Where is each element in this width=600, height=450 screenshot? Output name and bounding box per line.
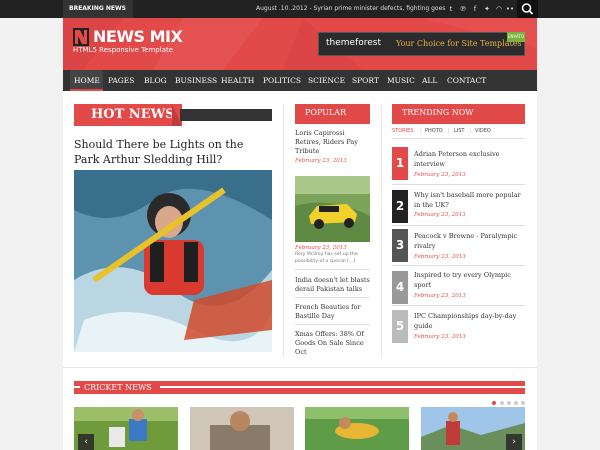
popular-item[interactable]: French Beauties for Bastille Day: [295, 303, 370, 321]
trending-date: February 23, 2013: [414, 334, 466, 340]
carousel-dot[interactable]: [514, 401, 518, 405]
divider: [295, 324, 370, 325]
hot-news-image[interactable]: [74, 170, 272, 352]
trending-number: 1: [392, 147, 408, 180]
nav-sport[interactable]: SPORT: [352, 70, 379, 91]
carousel-dot[interactable]: [521, 401, 525, 405]
tab-video[interactable]: VIDEO: [475, 128, 491, 134]
logo-title[interactable]: NEWS MIX: [93, 27, 183, 46]
search-icon: [521, 3, 534, 15]
nav-contact[interactable]: CONTACT: [447, 70, 486, 91]
trending-date: February 23, 2013: [414, 172, 466, 178]
popular-item[interactable]: India doesn't let blasts derail Pakistan…: [295, 276, 370, 294]
trending-number: 3: [392, 229, 408, 262]
trending-number: 2: [392, 190, 408, 223]
nav-home[interactable]: HOME: [74, 70, 100, 91]
popular-top-title[interactable]: Loris Capirossi Retires, Riders Pay Trib…: [295, 129, 370, 156]
cricket-image[interactable]: [305, 407, 409, 450]
twitter-icon[interactable]: t: [446, 4, 456, 14]
hot-news-rule: [180, 109, 272, 121]
nav-science[interactable]: SCIENCE: [308, 70, 345, 91]
ad-ribbon: ENVATO: [507, 32, 525, 42]
tab-stories[interactable]: STORIES: [392, 128, 413, 134]
nav-blog[interactable]: BLOG: [144, 70, 167, 91]
news-ticker[interactable]: August .10..2012 - Syrian prime minister…: [256, 0, 446, 18]
trending-number: 5: [392, 310, 408, 343]
tab-separator: |: [470, 128, 472, 134]
trending-date: February 23, 2013: [414, 212, 466, 218]
breaking-news-label: BREAKING NEWS: [63, 0, 133, 18]
hot-news-label: HOT NEWS: [74, 104, 182, 126]
nav-all[interactable]: ALL: [422, 70, 437, 91]
tab-list[interactable]: LIST: [454, 128, 465, 134]
pinterest-icon[interactable]: ℗: [458, 4, 468, 14]
cricket-photo: [190, 407, 294, 450]
cricket-photo: [305, 407, 409, 450]
tab-photo[interactable]: PHOTO: [425, 128, 443, 134]
popular-top-date: February 23, 2013: [295, 158, 347, 164]
popular-caption: Rory McIlroy has set up the possibility …: [295, 252, 358, 264]
facebook-icon[interactable]: f: [470, 4, 480, 14]
carousel-next-button[interactable]: ›: [506, 434, 522, 450]
trending-title[interactable]: Inspired to try every Olympic sport: [414, 270, 529, 290]
divider: [392, 305, 525, 306]
trending-title[interactable]: IPC Championships day-by-day guide: [414, 311, 529, 331]
section-divider: [63, 367, 537, 368]
ad-tagline: Your Choice for Site Templates: [396, 39, 522, 48]
rss-icon[interactable]: ◠: [494, 4, 504, 14]
trending-title[interactable]: Why isn't baseball more popular in the U…: [414, 190, 529, 210]
tab-separator: |: [448, 128, 450, 134]
logo-n-icon: [75, 30, 87, 44]
carousel-dot-active[interactable]: [492, 401, 496, 405]
nav-business[interactable]: BUSINESS: [175, 70, 217, 91]
trending-rule: [392, 122, 525, 124]
nav-health[interactable]: HEALTH: [221, 70, 254, 91]
popular-item[interactable]: Xmas Offers: 38% Of Goods On Sale Since …: [295, 330, 370, 357]
carousel-dot[interactable]: [500, 401, 504, 405]
rally-car-photo: [295, 176, 370, 242]
trending-label: TRENDING NOW: [392, 104, 525, 122]
chevron-right-icon: ›: [512, 437, 516, 447]
trending-number: 4: [392, 271, 408, 304]
popular-image[interactable]: [295, 176, 370, 242]
kayak-photo: [74, 170, 272, 352]
carousel-prev-button[interactable]: ‹: [78, 434, 94, 450]
divider: [295, 269, 370, 270]
hot-news-headline[interactable]: Should There be Lights on the Park Arthu…: [74, 137, 272, 167]
nav-pages[interactable]: PAGES: [108, 70, 134, 91]
divider: [295, 297, 370, 298]
column-divider: [381, 104, 382, 358]
popular-label: POPULAR: [295, 104, 370, 122]
search-button[interactable]: [517, 0, 538, 18]
chevron-left-icon: ‹: [84, 437, 88, 447]
trending-date: February 23, 2013: [414, 254, 466, 260]
column-divider: [283, 104, 284, 358]
divider: [392, 184, 525, 185]
popular-rule: [295, 122, 370, 124]
divider: [392, 138, 525, 139]
logo-subtitle: HTML5 Responsive Template: [73, 46, 174, 54]
trending-date: February 23, 2013: [414, 293, 466, 299]
flickr-icon[interactable]: ••: [505, 4, 515, 14]
divider: [392, 265, 525, 266]
divider: [392, 225, 525, 226]
trending-title[interactable]: Adrian Peterson exclusive interview: [414, 149, 529, 169]
nav-music[interactable]: MUSIC: [387, 70, 415, 91]
nav-politics[interactable]: POLITICS: [263, 70, 301, 91]
cricket-image[interactable]: [190, 407, 294, 450]
tab-separator: |: [420, 128, 422, 134]
trending-title[interactable]: Peacock v Browne - Paralympic rivalry: [414, 231, 529, 251]
carousel-dot[interactable]: [507, 401, 511, 405]
logo-icon[interactable]: [73, 28, 89, 46]
twitter-bird-icon[interactable]: ✦: [482, 4, 492, 14]
ad-brand: themeforest: [326, 38, 382, 48]
cricket-news-label: CRICKET NEWS: [80, 381, 160, 394]
